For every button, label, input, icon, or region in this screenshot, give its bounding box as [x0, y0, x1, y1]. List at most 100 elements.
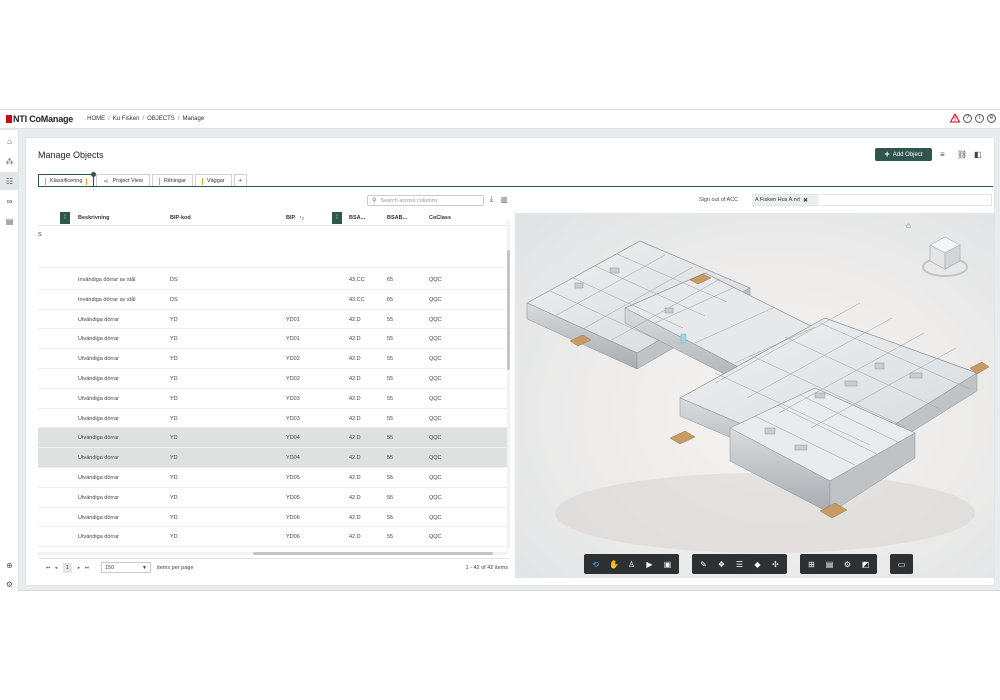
group-row-label[interactable]: S — [38, 232, 42, 238]
table-row[interactable]: Utvändiga dörrar YD YD03 42.D 55 QQC — [38, 409, 508, 429]
column-header-coclass[interactable]: CoClass — [429, 215, 451, 221]
group-handle-icon[interactable]: ⁞ — [332, 212, 342, 224]
cell-beskrivning: Utvändiga dörrar — [78, 514, 119, 521]
link-models-icon[interactable]: ⛓ — [957, 150, 967, 159]
table-row[interactable]: Utvändiga dörrar YD YD05 42.D 55 QQC — [38, 488, 508, 508]
horizontal-scrollbar[interactable] — [38, 552, 508, 555]
settings-icon[interactable]: ⚙ — [0, 575, 19, 593]
table-row[interactable]: Utvändiga dörrar YD YD02 42.D 55 QQC — [38, 349, 508, 369]
cell-bip-kod: YD — [170, 475, 178, 481]
breadcrumb-project[interactable]: Ku Fisken — [113, 116, 140, 122]
table-row[interactable]: Utvändiga dörrar YD YD04 42.D 55 QQC — [38, 428, 508, 449]
breadcrumb-objects[interactable]: OBJECTS — [147, 116, 175, 122]
page-number[interactable]: 1 — [63, 562, 72, 573]
vertical-scrollbar[interactable] — [507, 220, 510, 550]
brand-logo[interactable]: NTI CoManage — [6, 114, 73, 124]
table-row[interactable]: Utvändiga dörrar YD YD02 42.D 55 QQC — [38, 369, 508, 389]
list-icon[interactable]: ☷ — [0, 172, 19, 190]
close-icon[interactable]: ✖ — [803, 197, 808, 204]
table-row[interactable]: Utvändiga dörrar YD YD01 42.D 55 QQC — [38, 329, 508, 350]
layers-icon[interactable]: ☰ — [735, 560, 744, 569]
warning-icon[interactable] — [950, 113, 960, 123]
panel-toggle-icon[interactable]: ◧ — [974, 150, 982, 159]
orbit-icon[interactable]: ⟲ — [591, 560, 600, 569]
group-handle-icon[interactable]: ⁞ — [60, 212, 70, 224]
cell-bsa: 42.D — [349, 534, 361, 541]
modeling-toolbar: ✎ ❖ ☰ ◆ ✣ — [692, 554, 787, 574]
help-icon[interactable]: ? — [963, 113, 972, 123]
settings-icon[interactable]: ⚙ — [843, 560, 852, 569]
first-page-icon[interactable]: ⏮ — [44, 565, 52, 571]
next-page-icon[interactable]: ▸ — [75, 565, 83, 571]
cell-coclass: QQC — [429, 395, 442, 402]
model-chip[interactable]: A Fisken Hus A.rvt ✖ — [752, 195, 819, 205]
cell-bsab: 55 — [387, 494, 394, 501]
breadcrumb: HOME / Ku Fisken / OBJECTS / Manage — [87, 116, 205, 122]
navigation-toolbar: ⟲ ✋ ♙ ▶ ▣ — [584, 554, 679, 574]
column-header-beskrivning[interactable]: Beskrivning — [78, 215, 109, 221]
cell-beskrivning: Utvändiga dörrar — [78, 376, 119, 382]
section-icon[interactable]: ▣ — [663, 560, 672, 569]
sort-icon[interactable]: ↑₂ — [299, 215, 304, 221]
acc-signout-link[interactable]: Sign out of ACC — [699, 197, 738, 203]
notification-icon[interactable]: e — [987, 113, 996, 123]
table-row[interactable]: Invändiga dörrar av stål DS 43.CC 65 QQC — [38, 270, 508, 290]
measure-icon[interactable]: ✎ — [699, 560, 708, 569]
table-row[interactable]: Utvändiga dörrar YD YD01 42.D 55 QQC — [38, 310, 508, 330]
objects-table: ⁞ Beskrivning BIP-kod BIP ↑₂ ⁞ BSA... BS… — [38, 210, 508, 550]
building-icon[interactable]: ⌂ — [0, 132, 19, 150]
cell-bip-kod: YD — [170, 376, 178, 382]
table-row[interactable]: Utvändiga dörrar YD YD04 42.D 55 QQC — [38, 448, 508, 468]
column-header-bip-kod[interactable]: BIP-kod — [170, 215, 191, 221]
scroll-thumb[interactable] — [253, 552, 493, 555]
table-row[interactable]: Utvändiga dörrar YD YD03 42.D 55 QQC — [38, 389, 508, 409]
search-input[interactable]: ⚲ Search across columns — [367, 195, 484, 206]
properties-icon[interactable]: ✣ — [771, 560, 780, 569]
explode-icon[interactable]: ❖ — [717, 560, 726, 569]
cell-coclass: QQC — [429, 376, 442, 382]
table-row[interactable]: Utvändiga dörrar YD YD06 42.D 55 QQC — [38, 527, 508, 548]
scroll-thumb[interactable] — [507, 250, 510, 370]
cell-bip-kod: YD — [170, 455, 178, 462]
column-header-bsab[interactable]: BSAB... — [387, 215, 407, 221]
objects-icon[interactable]: ⁂ — [0, 152, 19, 170]
info-icon[interactable]: i — [975, 113, 984, 123]
page-size-select[interactable]: 150 ▼ — [101, 562, 151, 573]
cell-bip-kod: DS — [170, 296, 178, 303]
last-page-icon[interactable]: ⏭ — [83, 565, 91, 571]
table-row[interactable]: Utvändiga dörrar YD YD06 42.D 55 QQC — [38, 508, 508, 528]
cell-bsa: 42.D — [349, 415, 361, 422]
column-header-bip[interactable]: BIP — [286, 215, 295, 221]
column-header-bsa[interactable]: BSA... — [349, 215, 365, 221]
pan-icon[interactable]: ✋ — [609, 560, 619, 569]
table-row[interactable]: Utvändiga dörrar YD YD05 42.D 55 QQC — [38, 468, 508, 488]
link-icon[interactable]: ∞ — [0, 192, 19, 210]
walk-icon[interactable]: ♙ — [627, 560, 636, 569]
minimap-icon[interactable]: ▭ — [897, 560, 906, 569]
add-object-button[interactable]: + Add Object — [875, 148, 932, 161]
fullscreen-icon[interactable]: ◩ — [861, 560, 870, 569]
table-row[interactable]: Invändiga dörrar av stål DS 43.CC 65 QQC — [38, 290, 508, 310]
home-view-icon[interactable]: ⌂ — [906, 221, 911, 230]
model-viewer[interactable]: ⌂ ⟲ ✋ ♙ ▶ ▣ ✎ ❖ ☰ ◆ ✣ ⊞ ▤ ⚙ ◩ ▭ — [515, 213, 994, 578]
download-icon[interactable]: ⤓ — [490, 196, 493, 204]
cell-beskrivning: Utvändiga dörrar — [78, 494, 119, 501]
cell-bsa: 43.CC — [349, 277, 365, 283]
camera-icon[interactable]: ▶ — [645, 560, 654, 569]
prev-page-icon[interactable]: ◂ — [52, 565, 60, 571]
cell-coclass: QQC — [429, 435, 442, 442]
tree-icon[interactable]: ⊞ — [807, 560, 816, 569]
sheets-icon[interactable]: ▤ — [825, 560, 834, 569]
cell-bip-kod: YD — [170, 316, 178, 323]
filter-icon[interactable]: ≡ — [940, 150, 945, 159]
columns-icon[interactable]: ▥ — [501, 196, 508, 204]
tab-label: Väggar — [206, 178, 225, 184]
cell-bip: YD06 — [286, 514, 300, 521]
breadcrumb-home[interactable]: HOME — [87, 116, 105, 122]
view-cube-icon[interactable] — [920, 231, 970, 279]
cell-bip-kod: YD — [170, 356, 178, 363]
add-icon[interactable]: ⊕ — [0, 556, 19, 574]
model-icon[interactable]: ◆ — [753, 560, 762, 569]
document-icon[interactable]: ▤ — [0, 212, 19, 230]
cell-bsab: 65 — [387, 277, 394, 283]
